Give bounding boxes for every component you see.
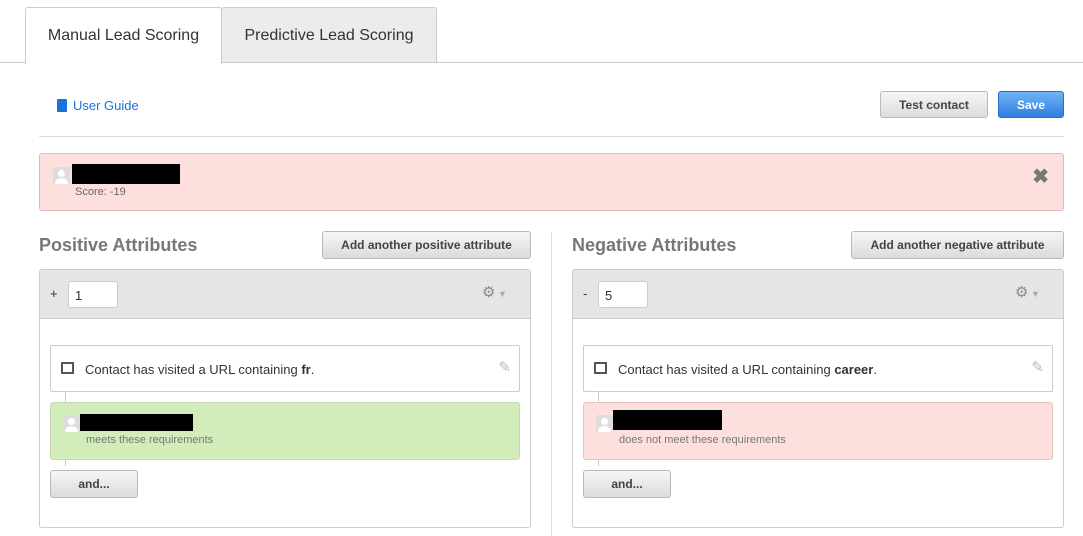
result-text: meets these requirements [86,434,214,446]
gear-dropdown-icon[interactable]: ⚙ ▼ [1015,283,1040,301]
tab-manual-lead-scoring[interactable]: Manual Lead Scoring [25,7,222,64]
save-button[interactable]: Save [998,91,1064,118]
tab-label: Manual Lead Scoring [47,27,200,44]
avatar [63,415,80,432]
condition-row[interactable]: Contact has visited a URL containing car… [583,345,1053,392]
add-positive-attribute-button[interactable]: Add another positive attribute [322,231,531,259]
redacted-contact-name [72,164,180,184]
condition-text: Contact has visited a URL containing [618,362,835,377]
panel-header: - 5 ⚙ ▼ [573,270,1063,319]
panel-header: + 1 ⚙ ▼ [40,270,530,319]
test-contact-button[interactable]: Test contact [880,91,988,118]
score-input[interactable]: 5 [598,281,648,308]
user-guide-link[interactable]: User Guide [57,98,139,113]
negative-attributes-heading: Negative Attributes [572,235,737,255]
add-negative-attribute-button[interactable]: Add another negative attribute [851,231,1064,259]
tab-predictive-lead-scoring[interactable]: Predictive Lead Scoring [221,7,437,63]
and-button[interactable]: and... [50,470,138,498]
positive-attributes-heading: Positive Attributes [39,235,198,255]
divider [39,136,1064,137]
avatar [596,415,613,432]
score-text: Score: -19 [75,186,126,198]
page-icon [61,362,74,374]
avatar [53,167,70,184]
sign-label: - [583,286,588,301]
result-text: does not meet these requirements [619,434,786,446]
book-icon [57,99,67,112]
condition-row[interactable]: Contact has visited a URL containing fr.… [50,345,520,392]
condition-value: fr [301,362,311,377]
and-button[interactable]: and... [583,470,671,498]
negative-attribute-panel: - 5 ⚙ ▼ Contact has visited a URL contai… [572,269,1064,528]
condition-suffix: . [873,362,877,377]
close-icon[interactable]: ✖ [1032,164,1049,189]
requirement-result: meets these requirements [50,402,520,460]
score-input[interactable]: 1 [68,281,118,308]
pencil-icon[interactable]: ✎ [498,358,511,376]
page-icon [594,362,607,374]
redacted-contact-name [80,414,193,431]
condition-value: career [834,362,874,377]
test-result-alert: Score: -19 ✖ [39,153,1064,211]
redacted-contact-name [613,410,722,430]
gear-dropdown-icon[interactable]: ⚙ ▼ [482,283,507,301]
sign-label: + [50,286,58,301]
pencil-icon[interactable]: ✎ [1031,358,1044,376]
condition-text: Contact has visited a URL containing [85,362,302,377]
user-guide-label: User Guide [73,98,139,113]
positive-attribute-panel: + 1 ⚙ ▼ Contact has visited a URL contai… [39,269,531,528]
condition-suffix: . [310,362,315,377]
tab-label: Predictive Lead Scoring [244,26,414,44]
requirement-result: does not meet these requirements [583,402,1053,460]
column-divider [551,232,552,536]
